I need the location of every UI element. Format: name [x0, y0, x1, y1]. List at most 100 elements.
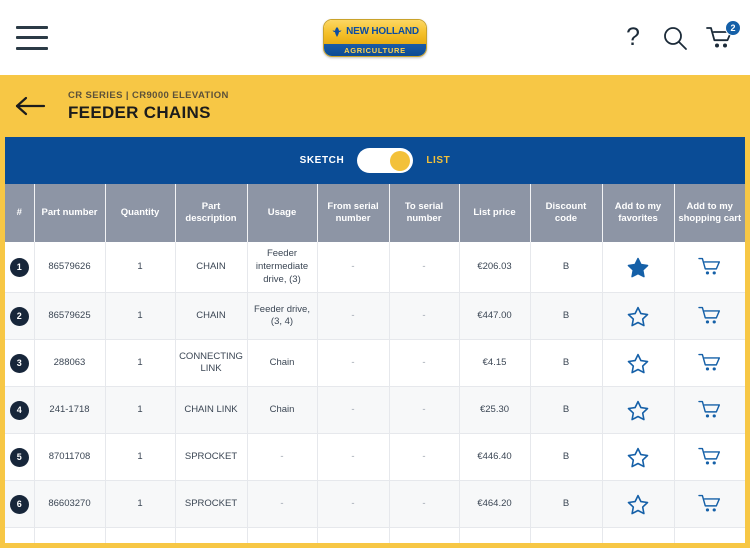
cell-from-serial: -: [317, 386, 390, 435]
table-row[interactable]: 5 87011708 1 SPROCKET - - - €446.40 B: [5, 433, 745, 482]
view-toggle-bar: SKETCH LIST: [0, 137, 750, 184]
hamburger-line: [16, 25, 48, 29]
cell-add-to-favorites[interactable]: [602, 386, 675, 435]
cell-quantity: 1: [105, 242, 176, 294]
new-holland-logo[interactable]: NEW HOLLAND AGRICULTURE: [323, 18, 427, 57]
cell-add-to-cart[interactable]: [674, 242, 745, 294]
cell-discount-code: [530, 527, 603, 543]
cell-usage: Feeder intermediate drive, (3): [247, 242, 318, 294]
cell-add-to-favorites[interactable]: [602, 433, 675, 482]
hamburger-menu-icon[interactable]: [16, 25, 48, 50]
cell-quantity: 1: [105, 480, 176, 529]
cell-quantity: 1: [105, 339, 176, 388]
cell-part-number: 86579625: [34, 292, 106, 341]
favorite-star-outline-icon[interactable]: [627, 494, 649, 515]
favorite-star-outline-icon[interactable]: [627, 400, 649, 421]
cell-add-to-favorites[interactable]: [602, 480, 675, 529]
cell-from-serial: -: [317, 292, 390, 341]
cell-list-price: €25.30: [459, 386, 531, 435]
add-to-cart-icon[interactable]: [698, 493, 722, 515]
cell-to-serial: -: [389, 292, 460, 341]
cell-quantity: [105, 527, 176, 543]
add-to-cart-icon[interactable]: [698, 446, 722, 468]
add-to-cart-icon[interactable]: [698, 399, 722, 421]
row-number-badge: 6: [9, 494, 29, 514]
cell-quantity: 1: [105, 292, 176, 341]
row-number-badge: 5: [9, 447, 29, 467]
add-to-cart-icon[interactable]: [698, 352, 722, 374]
logo-bottom-band: AGRICULTURE: [324, 43, 426, 56]
cell-part-description: SPROCKET: [175, 433, 248, 482]
cell-quantity: 1: [105, 386, 176, 435]
table-row[interactable]: 1 86579626 1 CHAIN Feeder intermediate drive…: [5, 242, 745, 294]
cell-discount-code: B: [530, 433, 603, 482]
cell-quantity: 1: [105, 433, 176, 482]
shopping-cart-button[interactable]: 2: [706, 19, 741, 51]
table-header: # Part number Quantity Part description …: [5, 184, 745, 242]
search-icon[interactable]: [662, 25, 688, 51]
cell-part-description: [175, 527, 248, 543]
logo-tagline: AGRICULTURE: [344, 45, 406, 55]
row-index-cell: 6: [5, 480, 35, 529]
view-toggle-switch[interactable]: [357, 148, 414, 173]
column-header-to-serial: To serial number: [389, 184, 460, 242]
cell-add-to-favorites[interactable]: [602, 242, 675, 294]
cell-usage: Feeder drive, (3, 4): [247, 292, 318, 341]
table-row[interactable]: 4 241-1718 1 CHAIN LINK Chain - - €25.30 B: [5, 386, 745, 435]
cell-from-serial: [317, 527, 390, 543]
row-index-cell: 1: [5, 242, 35, 294]
parts-table-container[interactable]: # Part number Quantity Part description …: [0, 184, 750, 548]
cell-add-to-favorites[interactable]: [602, 527, 675, 543]
column-header-part-description: Part description: [175, 184, 248, 242]
cell-from-serial: -: [317, 480, 390, 529]
cell-add-to-cart[interactable]: [674, 339, 745, 388]
favorite-star-filled-icon[interactable]: [627, 257, 649, 278]
table-header-row: # Part number Quantity Part description …: [5, 184, 745, 242]
cell-add-to-favorites[interactable]: [602, 339, 675, 388]
row-number-badge: 4: [9, 400, 29, 420]
cell-from-serial: -: [317, 433, 390, 482]
cell-discount-code: B: [530, 339, 603, 388]
cell-usage: Chain: [247, 339, 318, 388]
cell-usage: [247, 527, 318, 543]
empty-value: -: [422, 260, 426, 272]
table-row[interactable]: 3 288063 1 CONNECTING LINK Chain - - €4.15 B: [5, 339, 745, 388]
cell-add-to-cart[interactable]: [674, 292, 745, 341]
hamburger-line: [16, 46, 48, 50]
cell-part-number: 241-1718: [34, 386, 106, 435]
column-header-usage: Usage: [247, 184, 318, 242]
cell-add-to-cart[interactable]: [674, 433, 745, 482]
cell-add-to-favorites[interactable]: [602, 292, 675, 341]
cell-part-number: [34, 527, 106, 543]
cell-list-price: €206.03: [459, 242, 531, 294]
cell-part-number: 87011708: [34, 433, 106, 482]
favorite-star-outline-icon[interactable]: [627, 306, 649, 327]
back-arrow-icon[interactable]: [14, 96, 48, 116]
cell-add-to-cart[interactable]: [674, 386, 745, 435]
cell-part-description: CONNECTING LINK: [175, 339, 248, 388]
cell-list-price: €464.20: [459, 480, 531, 529]
add-to-cart-icon[interactable]: [698, 305, 722, 327]
favorite-star-outline-icon[interactable]: [627, 353, 649, 374]
cell-add-to-cart[interactable]: [674, 527, 745, 543]
favorite-star-outline-icon[interactable]: [627, 447, 649, 468]
cell-to-serial: -: [389, 339, 460, 388]
parts-table: # Part number Quantity Part description …: [5, 184, 745, 543]
empty-value: -: [422, 451, 426, 463]
add-to-cart-icon[interactable]: [698, 256, 722, 278]
question-mark-icon[interactable]: ?: [622, 24, 644, 52]
empty-value: -: [422, 357, 426, 369]
toggle-label-sketch[interactable]: SKETCH: [300, 155, 345, 166]
cell-add-to-cart[interactable]: [674, 480, 745, 529]
toggle-label-list[interactable]: LIST: [426, 155, 450, 166]
row-number-badge: 1: [9, 257, 29, 277]
cell-part-description: CHAIN: [175, 242, 248, 294]
cell-list-price: [459, 527, 531, 543]
page-header: CR SERIES | CR9000 ELEVATION FEEDER CHAI…: [0, 75, 750, 137]
table-row[interactable]: [5, 527, 745, 543]
page-title: FEEDER CHAINS: [68, 102, 211, 122]
column-header-index: #: [5, 184, 35, 242]
empty-value: -: [351, 404, 355, 416]
table-row[interactable]: 6 86603270 1 SPROCKET - - - €464.20 B: [5, 480, 745, 529]
table-row[interactable]: 2 86579625 1 CHAIN Feeder drive, (3, 4) - - €44…: [5, 292, 745, 341]
